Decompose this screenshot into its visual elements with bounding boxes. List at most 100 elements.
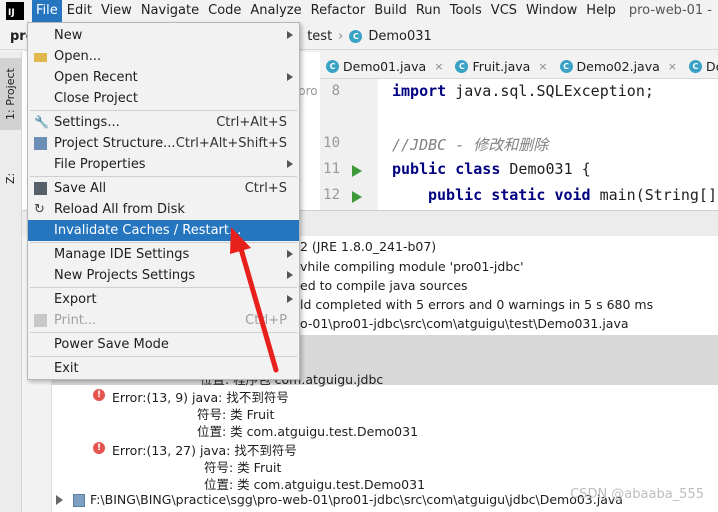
class-icon: C	[349, 30, 363, 43]
menu-separator	[30, 176, 297, 177]
close-icon[interactable]: ×	[668, 60, 677, 73]
menu-item-invalidate-caches[interactable]: Invalidate Caches / Restart...	[28, 220, 299, 241]
tab-fruit[interactable]: C Fruit.java ×	[449, 53, 553, 79]
menu-item-new[interactable]: New	[28, 25, 299, 46]
error-icon: !	[93, 442, 105, 454]
menu-item-power-save-mode[interactable]: Power Save Mode	[28, 334, 299, 355]
run-icon[interactable]	[352, 165, 362, 177]
file-menu-dropdown: New Open... Open Recent Close Project 🔧 …	[27, 22, 300, 380]
left-tool-strip: 1: Project Z: Structure	[0, 52, 39, 512]
project-panel-fragment: pro	[298, 84, 318, 98]
error-icon: !	[93, 389, 105, 401]
tab-label: Demo	[705, 58, 718, 74]
tab-demo02[interactable]: C Demo02.java ×	[554, 53, 683, 79]
editor-tabs: C Demo01.java × C Fruit.java × C Demo02.…	[320, 53, 718, 79]
folder-icon	[34, 53, 47, 62]
code-line-8: import java.sql.SQLException;	[392, 82, 654, 100]
build-line: ld completed with 5 errors and 0 warning…	[300, 297, 654, 312]
menu-separator	[30, 287, 297, 288]
menu-item-save-all[interactable]: Save All Ctrl+S	[28, 178, 299, 199]
menu-item-project-structure[interactable]: Project Structure... Ctrl+Alt+Shift+S	[28, 133, 299, 154]
project-tool-tab[interactable]: 1: Project	[0, 58, 22, 130]
menu-refactor[interactable]: Refactor	[307, 0, 370, 22]
submenu-arrow-icon	[287, 271, 293, 279]
menu-analyze[interactable]: Analyze	[246, 0, 305, 22]
menu-code[interactable]: Code	[204, 0, 245, 22]
build-line: vhile compiling module 'pro01-jdbc'	[300, 259, 524, 274]
menu-item-open-recent[interactable]: Open Recent	[28, 67, 299, 88]
close-icon[interactable]: ×	[434, 60, 443, 73]
menu-build[interactable]: Build	[370, 0, 411, 22]
breadcrumb-demo031[interactable]: Demo031	[368, 29, 431, 44]
menu-tools[interactable]: Tools	[446, 0, 486, 22]
menu-item-open[interactable]: Open...	[28, 46, 299, 67]
window-title: pro-web-01 -	[628, 3, 712, 18]
menu-separator	[30, 356, 297, 357]
menu-window[interactable]: Window	[522, 0, 581, 22]
wrench-icon: 🔧	[34, 115, 49, 129]
file-path[interactable]: F:\BING\BING\practice\sgg\pro-web-01\pro…	[90, 492, 623, 507]
code-line-10: //JDBC - 修改和删除	[392, 136, 549, 154]
menu-item-print[interactable]: Print... Ctrl+P	[28, 310, 299, 331]
run-icon[interactable]	[352, 191, 362, 203]
tab-label: Demo02.java	[576, 58, 660, 74]
class-icon: C	[326, 59, 339, 73]
watermark: CSDN @abaaba_555	[570, 487, 704, 502]
close-icon[interactable]: ×	[538, 60, 547, 73]
code-line-11: public class Demo031 {	[392, 160, 591, 178]
save-icon	[34, 182, 47, 195]
print-icon	[34, 314, 47, 327]
menu-bar: IJ File Edit View Navigate Code Analyze …	[0, 0, 718, 22]
menu-view[interactable]: View	[97, 0, 136, 22]
code-line-12: public static void main(String[]	[428, 186, 717, 204]
breadcrumb-test[interactable]: test	[307, 29, 332, 44]
expand-arrow-icon[interactable]	[56, 495, 63, 505]
menu-item-manage-ide-settings[interactable]: Manage IDE Settings	[28, 244, 299, 265]
menu-item-settings[interactable]: 🔧 Settings... Ctrl+Alt+S	[28, 112, 299, 133]
menu-separator	[30, 332, 297, 333]
class-icon: C	[688, 59, 702, 73]
submenu-arrow-icon	[287, 160, 293, 168]
menu-help[interactable]: Help	[582, 0, 620, 22]
menu-edit[interactable]: Edit	[63, 0, 96, 22]
code-editor[interactable]: import java.sql.SQLException; //JDBC - 修…	[378, 79, 718, 210]
tab-label: Fruit.java	[472, 58, 531, 74]
submenu-arrow-icon	[287, 73, 293, 81]
build-line[interactable]: o-01\pro01-jdbc\src\com\atguigu\test\Dem…	[300, 316, 629, 331]
editor-gutter: 8 10 11 12	[320, 79, 378, 210]
build-line: 2 (JRE 1.8.0_241-b07)	[300, 239, 437, 254]
tab-label: Demo01.java	[343, 58, 427, 74]
build-line: ed to compile java sources	[300, 278, 468, 293]
error-location: 位置: 类 com.atguigu.test.Demo031	[204, 477, 426, 492]
menu-item-close-project[interactable]: Close Project	[28, 88, 299, 109]
menu-file[interactable]: File	[32, 0, 62, 22]
line-number: 11	[323, 161, 340, 177]
submenu-arrow-icon	[287, 250, 293, 258]
class-icon: C	[455, 59, 469, 73]
menu-run[interactable]: Run	[412, 0, 445, 22]
menu-item-file-properties[interactable]: File Properties	[28, 154, 299, 175]
menu-item-reload-all[interactable]: ↻ Reload All from Disk	[28, 199, 299, 220]
breadcrumb-separator: ›	[338, 29, 344, 44]
reload-icon: ↻	[34, 202, 45, 217]
menu-item-new-projects-settings[interactable]: New Projects Settings	[28, 265, 299, 286]
menu-item-export[interactable]: Export	[28, 289, 299, 310]
project-structure-icon	[34, 137, 47, 150]
menu-item-exit[interactable]: Exit	[28, 358, 299, 379]
structure-tool-tab[interactable]: Z: Structure	[0, 146, 39, 210]
menu-separator	[30, 242, 297, 243]
line-number: 12	[323, 187, 340, 203]
tab-demo01[interactable]: C Demo01.java ×	[320, 53, 449, 79]
submenu-arrow-icon	[287, 295, 293, 303]
menu-vcs[interactable]: VCS	[487, 0, 521, 22]
menu-navigate[interactable]: Navigate	[137, 0, 203, 22]
error-location: 位置: 类 com.atguigu.test.Demo031	[197, 424, 419, 439]
tab-demo-partial[interactable]: C Demo	[683, 53, 718, 79]
submenu-arrow-icon	[287, 31, 293, 39]
line-number: 8	[331, 83, 340, 99]
class-icon: C	[559, 59, 573, 73]
line-number: 10	[323, 135, 340, 151]
java-file-icon	[73, 494, 85, 507]
menu-separator	[30, 110, 297, 111]
intellij-logo-icon: IJ	[6, 2, 24, 20]
